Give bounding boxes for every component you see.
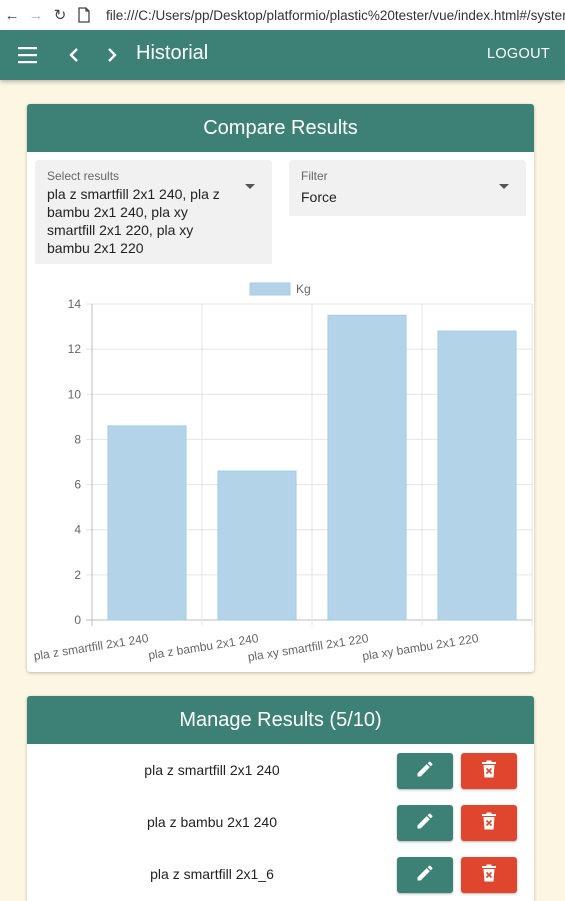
compare-results-card: Compare Results Select results pla z sma… [27, 104, 534, 672]
y-tick-label: 4 [74, 523, 81, 537]
y-tick-label: 10 [68, 387, 82, 401]
result-name: pla z smartfill 2x1_6 [150, 866, 274, 882]
trash-icon [481, 864, 497, 887]
address-bar[interactable]: file:///C:/Users/pp/Desktop/platformio/p… [106, 8, 565, 23]
bar [437, 330, 517, 621]
x-tick-label: pla xy smartfill 2x1 220 [247, 631, 370, 664]
bar [217, 470, 297, 621]
y-tick-label: 8 [74, 432, 81, 446]
y-tick-label: 0 [74, 613, 81, 627]
manage-results-title: Manage Results (5/10) [27, 696, 534, 744]
pencil-icon [415, 759, 435, 784]
page-info-icon[interactable] [72, 0, 96, 30]
pencil-icon [415, 863, 435, 888]
result-name: pla z smartfill 2x1 240 [144, 762, 280, 778]
edit-button[interactable] [397, 857, 453, 893]
legend-swatch [249, 282, 291, 296]
result-name: pla z bambu 2x1 240 [147, 814, 277, 830]
trash-icon [481, 812, 497, 835]
filter-value: Force [301, 189, 337, 205]
compare-results-title: Compare Results [27, 104, 534, 152]
select-results-value: pla z smartfill 2x1 240, pla z bambu 2x1… [47, 186, 220, 256]
menu-icon[interactable] [16, 44, 40, 66]
delete-button[interactable] [461, 805, 517, 841]
x-tick-label: pla z smartfill 2x1 240 [33, 631, 150, 663]
x-tick-label: pla xy bambu 2x1 220 [361, 631, 479, 663]
delete-button[interactable] [461, 753, 517, 789]
manage-results-card: Manage Results (5/10) pla z smartfill 2x… [27, 696, 534, 901]
select-results-dropdown[interactable]: Select results pla z smartfill 2x1 240, … [35, 160, 272, 264]
legend-label: Kg [296, 282, 311, 296]
list-item: pla z smartfill 2x1_6 [27, 848, 534, 900]
compare-bar-chart: Kg02468101214pla z smartfill 2x1 240pla … [33, 282, 533, 664]
bar [107, 425, 187, 621]
list-item: pla z smartfill 2x1 240 [27, 744, 534, 796]
dropdown-arrow-icon [499, 184, 509, 189]
x-tick-label: pla z bambu 2x1 240 [147, 631, 260, 662]
filter-label: Filter [301, 169, 328, 183]
dropdown-arrow-icon [245, 184, 255, 189]
edit-button[interactable] [397, 753, 453, 789]
browser-forward-icon[interactable]: → [24, 0, 48, 30]
page-title: Historial [136, 42, 209, 64]
chevron-right-icon[interactable] [100, 42, 124, 68]
y-tick-label: 14 [68, 297, 82, 311]
filter-dropdown[interactable]: Filter Force [289, 160, 526, 216]
logout-button[interactable]: LOGOUT [487, 46, 550, 62]
select-results-label: Select results [47, 169, 120, 183]
edit-button[interactable] [397, 805, 453, 841]
browser-back-icon[interactable]: ← [0, 0, 24, 30]
bar [327, 314, 407, 621]
list-item: pla z bambu 2x1 240 [27, 796, 534, 848]
app-bar: Historial LOGOUT [0, 30, 565, 80]
y-tick-label: 12 [68, 342, 82, 356]
y-tick-label: 6 [74, 478, 81, 492]
pencil-icon [415, 811, 435, 836]
delete-button[interactable] [461, 857, 517, 893]
chevron-left-icon[interactable] [62, 42, 86, 68]
trash-icon [481, 760, 497, 783]
browser-toolbar: ← → ↻ file:///C:/Users/pp/Desktop/platfo… [0, 0, 565, 30]
browser-reload-icon[interactable]: ↻ [48, 0, 72, 30]
y-tick-label: 2 [74, 568, 81, 582]
